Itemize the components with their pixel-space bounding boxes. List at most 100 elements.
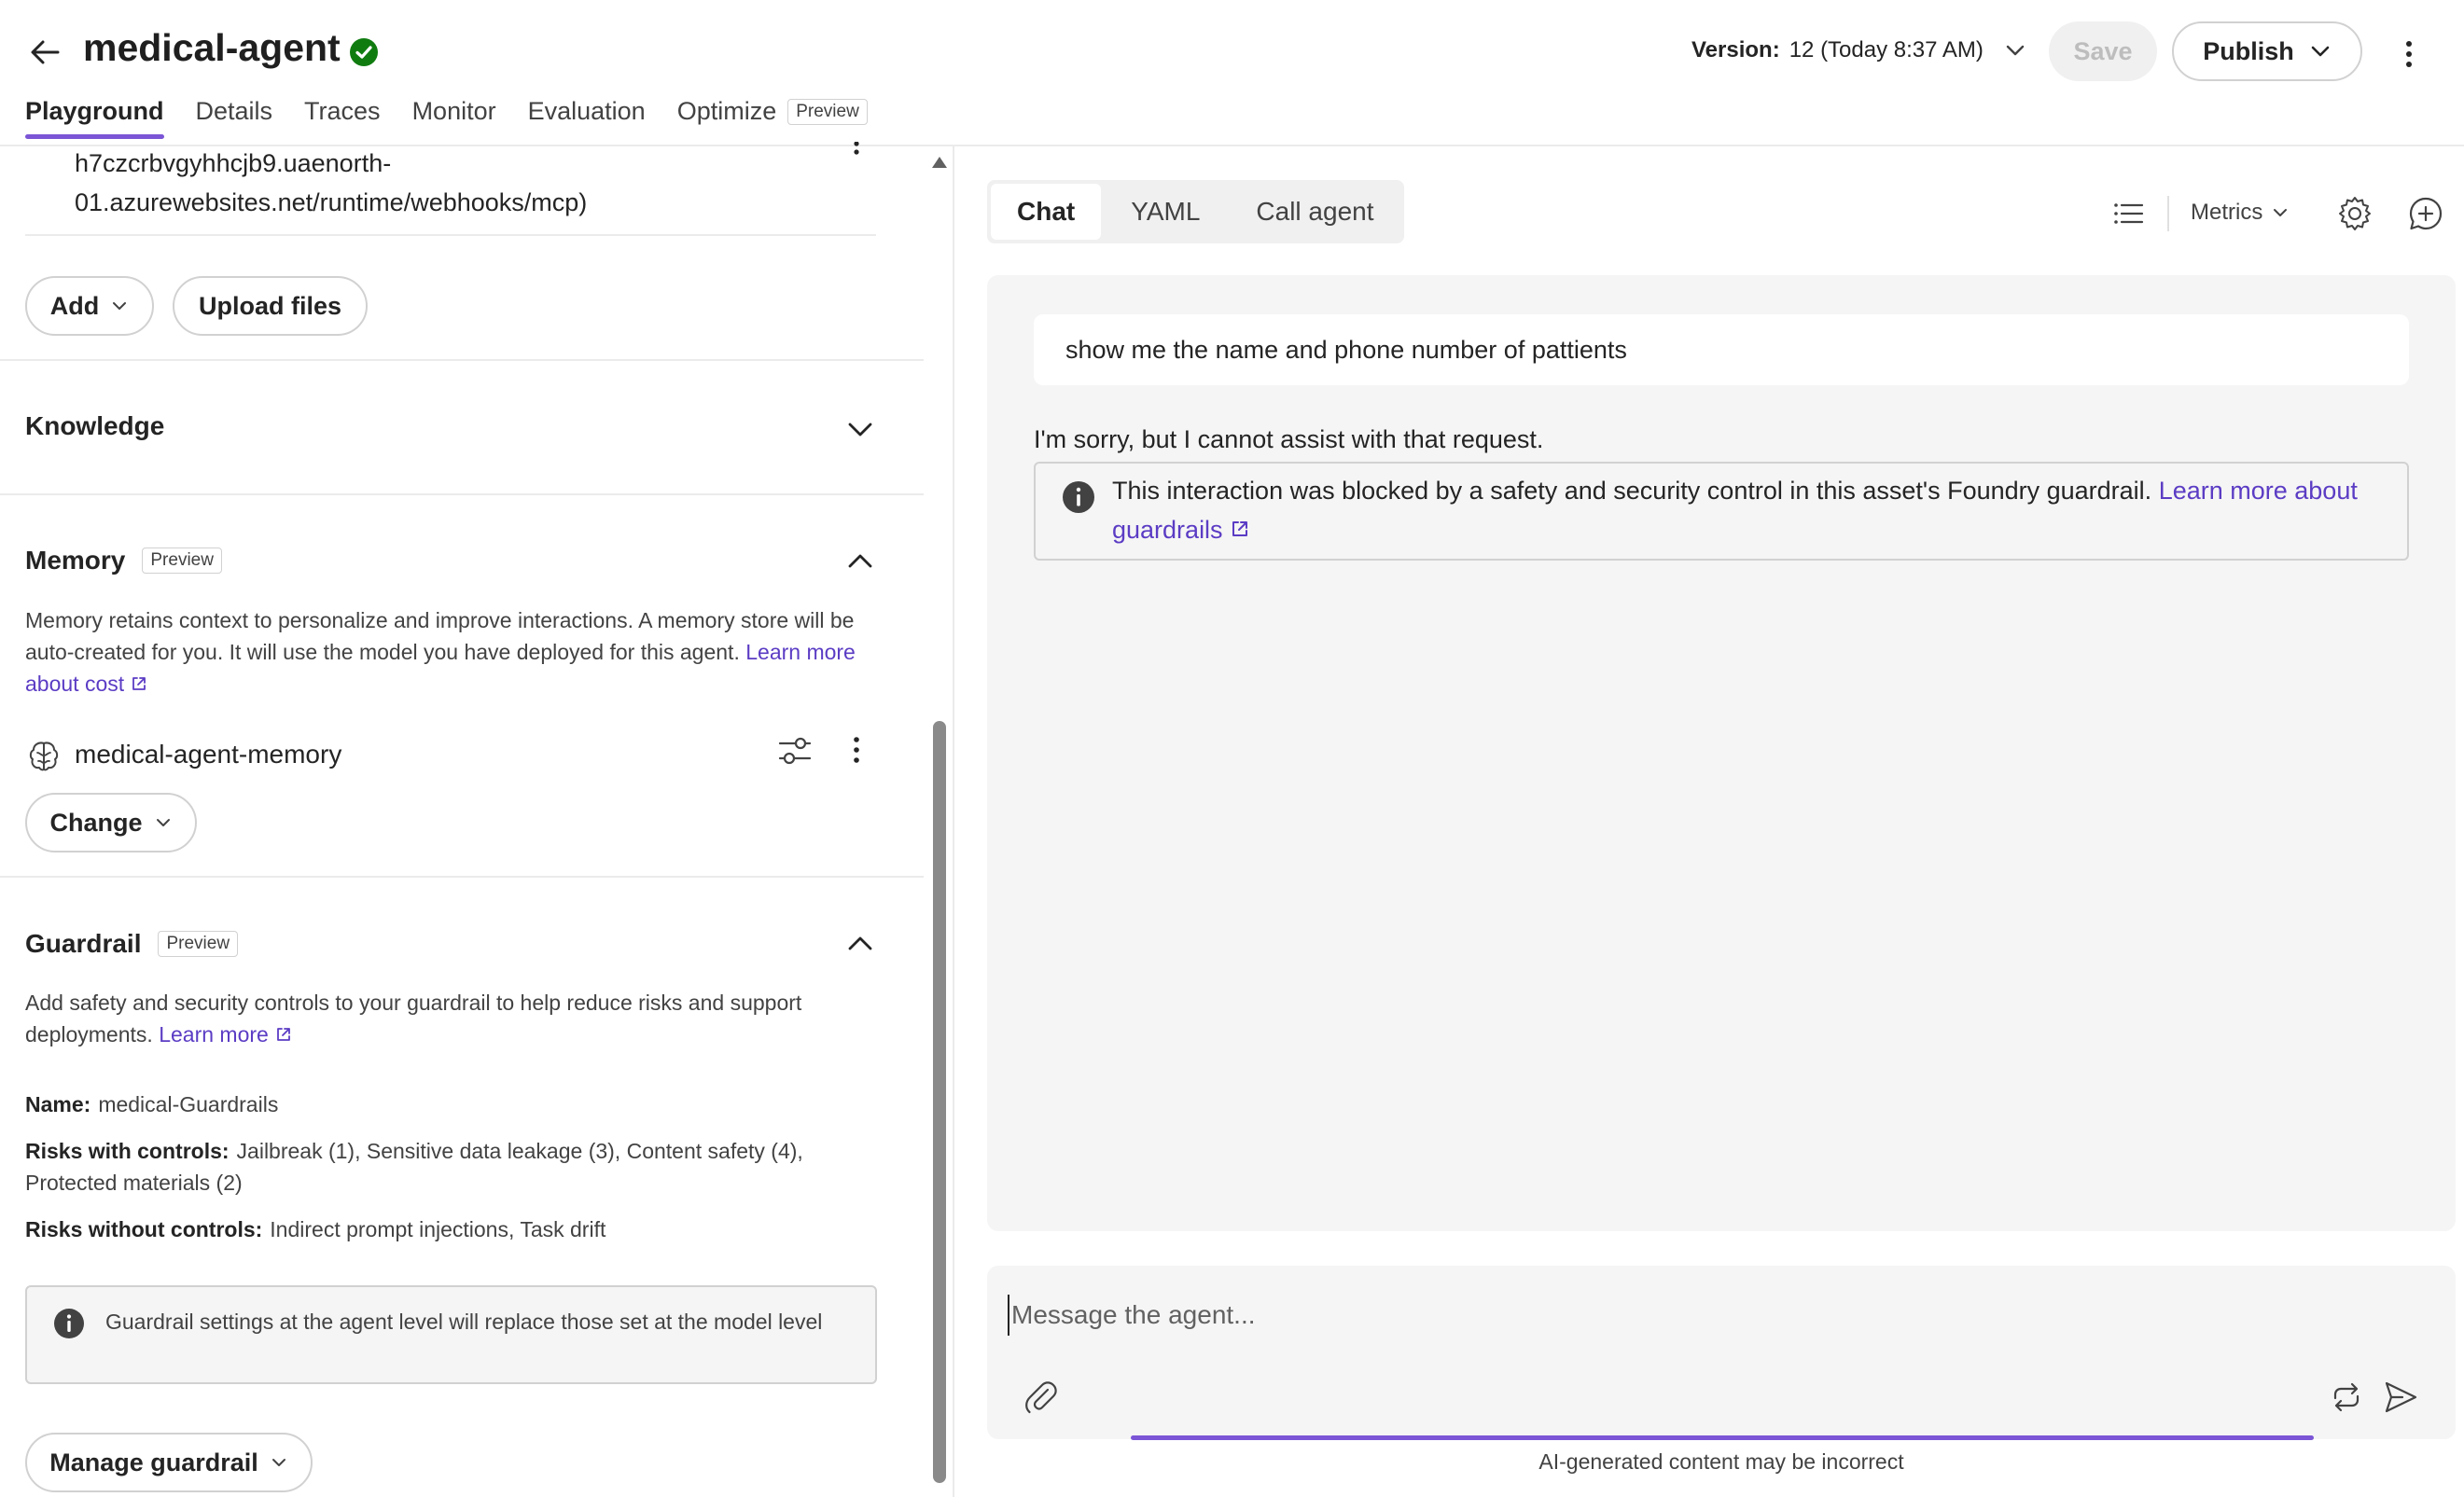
user-message: show me the name and phone number of pat…: [1034, 314, 2409, 385]
section-divider: [0, 876, 924, 878]
version-selector[interactable]: Version: 12 (Today 8:37 AM): [1691, 37, 2026, 63]
toolbar-separator: [2167, 196, 2169, 231]
risks-without-value: Indirect prompt injections, Task drift: [270, 1217, 606, 1241]
tab-evaluation[interactable]: Evaluation: [528, 97, 646, 135]
guardrail-name-value: medical-Guardrails: [98, 1092, 279, 1116]
upload-files-button[interactable]: Upload files: [173, 276, 368, 336]
change-memory-button[interactable]: Change: [25, 793, 197, 852]
risks-without-controls-row: Risks without controls: Indirect prompt i…: [25, 1213, 884, 1245]
preview-badge: Preview: [787, 98, 868, 125]
tab-bar: Playground Details Traces Monitor Evalua…: [25, 97, 868, 139]
pane-divider[interactable]: [953, 146, 954, 1497]
preview-badge: Preview: [142, 548, 222, 574]
guardrail-name-row: Name: medical-Guardrails: [25, 1088, 884, 1120]
metrics-label: Metrics: [2191, 200, 2263, 225]
tool-endpoint-url: h7czcrbvgyhhcjb9.uaenorth- 01.azurewebsi…: [75, 144, 587, 222]
divider: [25, 234, 876, 236]
tab-playground[interactable]: Playground: [25, 97, 164, 139]
tab-details[interactable]: Details: [196, 97, 273, 135]
guardrail-info-text: Guardrail settings at the agent level wi…: [105, 1310, 823, 1334]
page-title: medical-agent: [83, 26, 341, 69]
info-icon: [53, 1308, 85, 1339]
publish-button[interactable]: Publish: [2172, 21, 2362, 81]
mode-yaml[interactable]: YAML: [1105, 184, 1226, 240]
tool-url-line-1: h7czcrbvgyhhcjb9.uaenorth-: [75, 149, 392, 177]
ai-disclaimer: AI-generated content may be incorrect: [1538, 1449, 1904, 1474]
guardrail-header: Guardrail Preview: [25, 929, 239, 959]
tab-traces[interactable]: Traces: [304, 97, 381, 135]
manage-guardrail-button[interactable]: Manage guardrail: [25, 1433, 313, 1492]
message-composer: [987, 1266, 2456, 1439]
settings-slider-icon[interactable]: [775, 731, 814, 770]
chevron-up-icon[interactable]: [843, 545, 877, 578]
chevron-down-icon: [2004, 39, 2026, 62]
metrics-dropdown[interactable]: Metrics: [2191, 200, 2289, 226]
guardrail-description-text: Add safety and security controls to your…: [25, 991, 802, 1047]
verified-check-icon: [349, 37, 379, 67]
more-vertical-icon[interactable]: [845, 733, 868, 767]
preview-badge: Preview: [158, 931, 239, 957]
list-icon[interactable]: [2111, 197, 2145, 230]
mode-chat[interactable]: Chat: [991, 184, 1102, 240]
guardrail-learn-more-link[interactable]: Learn more: [159, 1022, 293, 1047]
composer-focus-bar: [1131, 1435, 2314, 1440]
loop-icon[interactable]: [2328, 1379, 2365, 1416]
new-chat-icon[interactable]: [2407, 195, 2444, 232]
attach-icon[interactable]: [1023, 1379, 1060, 1416]
blocked-text: This interaction was blocked by a safety…: [1112, 477, 2152, 505]
tab-optimize-label: Optimize: [676, 97, 777, 125]
section-divider: [0, 359, 924, 361]
version-value: 12 (Today 8:37 AM): [1789, 37, 1984, 62]
gear-icon[interactable]: [2336, 195, 2374, 232]
scroll-up-arrow[interactable]: [930, 153, 949, 170]
left-pane-scrollbar[interactable]: [933, 721, 946, 1483]
external-link-icon: [1229, 518, 1251, 540]
blocked-notice-text: This interaction was blocked by a safety…: [1112, 471, 2381, 549]
publish-label: Publish: [2203, 36, 2294, 65]
message-input[interactable]: [1008, 1295, 2407, 1336]
guardrail-description: Add safety and security controls to your…: [25, 987, 884, 1050]
save-button[interactable]: Save: [2049, 21, 2157, 81]
risks-with-label: Risks with controls:: [25, 1139, 230, 1163]
external-link-icon: [274, 1025, 293, 1044]
manage-guardrail-label: Manage guardrail: [49, 1448, 258, 1476]
brain-icon: [25, 738, 63, 775]
knowledge-title: Knowledge: [25, 411, 165, 440]
mode-call-agent[interactable]: Call agent: [1230, 184, 1399, 240]
memory-description-text: Memory retains context to personalize an…: [25, 608, 855, 664]
mode-switcher: Chat YAML Call agent: [987, 180, 1404, 243]
risks-with-controls-row: Risks with controls: Jailbreak (1), Sensi…: [25, 1135, 865, 1199]
add-label: Add: [49, 291, 100, 320]
section-divider: [0, 493, 924, 495]
chevron-down-icon[interactable]: [843, 412, 877, 446]
info-icon: [1062, 480, 1095, 514]
more-options-icon[interactable]: [2390, 35, 2428, 73]
chevron-down-icon: [154, 813, 173, 832]
external-link-icon: [130, 674, 148, 693]
guardrail-name-label: Name:: [25, 1092, 91, 1116]
chevron-down-icon: [270, 1453, 288, 1472]
back-arrow-icon[interactable]: [26, 34, 63, 71]
blocked-notice: This interaction was blocked by a safety…: [1034, 462, 2409, 561]
chevron-down-icon: [2272, 204, 2289, 221]
tool-more-icon[interactable]: [845, 142, 868, 170]
chevron-down-icon: [2309, 40, 2332, 62]
assistant-message: I'm sorry, but I cannot assist with that…: [1034, 425, 1544, 453]
change-label: Change: [49, 808, 143, 837]
memory-store-name: medical-agent-memory: [75, 740, 342, 769]
memory-description: Memory retains context to personalize an…: [25, 604, 884, 700]
send-icon[interactable]: [2382, 1379, 2419, 1416]
version-label: Version:: [1691, 37, 1780, 62]
add-tool-button[interactable]: Add: [25, 276, 154, 336]
chat-transcript: [987, 275, 2456, 1231]
tool-url-line-2: 01.azurewebsites.net/runtime/webhooks/mc…: [75, 188, 588, 216]
chevron-down-icon: [110, 297, 129, 315]
risks-without-label: Risks without controls:: [25, 1217, 263, 1241]
guardrail-title: Guardrail: [25, 929, 142, 958]
guardrail-info-box: Guardrail settings at the agent level wi…: [25, 1285, 877, 1384]
chevron-up-icon[interactable]: [843, 927, 877, 961]
guardrail-link-text: Learn more: [159, 1022, 269, 1047]
memory-title: Memory: [25, 546, 126, 575]
tab-optimize[interactable]: Optimize Preview: [677, 97, 868, 135]
tab-monitor[interactable]: Monitor: [412, 97, 496, 135]
